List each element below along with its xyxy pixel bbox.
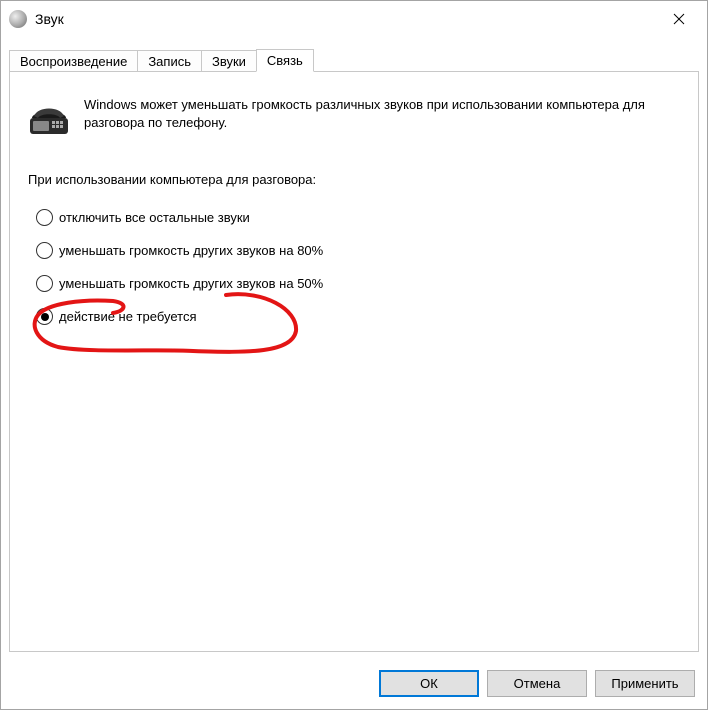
radio-icon [36, 308, 53, 325]
radio-mute-all[interactable]: отключить все остальные звуки [36, 209, 680, 226]
button-row: ОК Отмена Применить [1, 660, 707, 709]
radio-label: уменьшать громкость других звуков на 80% [59, 243, 323, 258]
radio-label: действие не требуется [59, 309, 197, 324]
group-label: При использовании компьютера для разгово… [28, 172, 680, 187]
ok-button[interactable]: ОК [379, 670, 479, 697]
tab-communications[interactable]: Связь [256, 49, 314, 72]
radio-do-nothing[interactable]: действие не требуется [36, 308, 680, 325]
hand-drawn-circle-annotation [28, 291, 308, 391]
close-button[interactable] [659, 5, 699, 33]
tab-panel-communications: Windows может уменьшать громкость различ… [9, 71, 699, 652]
apply-button[interactable]: Применить [595, 670, 695, 697]
cancel-button[interactable]: Отмена [487, 670, 587, 697]
sound-dialog: Звук Воспроизведение Запись Звуки Связь [0, 0, 708, 710]
tab-sounds[interactable]: Звуки [201, 50, 257, 72]
info-row: Windows может уменьшать громкость различ… [28, 96, 680, 138]
radio-label: уменьшать громкость других звуков на 50% [59, 276, 323, 291]
radio-reduce-50[interactable]: уменьшать громкость других звуков на 50% [36, 275, 680, 292]
radio-icon [36, 275, 53, 292]
radio-icon [36, 209, 53, 226]
tab-recording[interactable]: Запись [137, 50, 202, 72]
radiogroup: отключить все остальные звуки уменьшать … [36, 209, 680, 325]
phone-icon [28, 96, 70, 138]
info-text: Windows может уменьшать громкость различ… [84, 96, 680, 131]
close-icon [673, 13, 685, 25]
titlebar: Звук [1, 1, 707, 37]
sound-icon [9, 10, 27, 28]
radio-reduce-80[interactable]: уменьшать громкость других звуков на 80% [36, 242, 680, 259]
window-title: Звук [35, 11, 659, 27]
radio-label: отключить все остальные звуки [59, 210, 250, 225]
tabstrip: Воспроизведение Запись Звуки Связь [1, 45, 707, 71]
radio-icon [36, 242, 53, 259]
tab-playback[interactable]: Воспроизведение [9, 50, 138, 72]
